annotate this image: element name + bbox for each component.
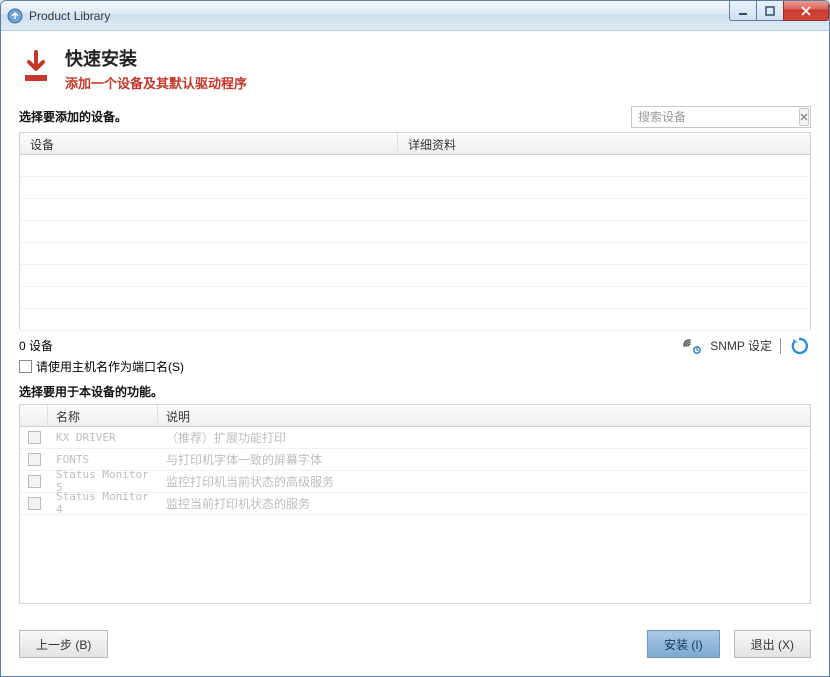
clear-search-icon[interactable] xyxy=(799,108,809,126)
snmp-icon xyxy=(682,338,702,354)
devices-table: 设备 详细资料 xyxy=(19,132,811,330)
app-icon xyxy=(7,8,23,24)
titlebar[interactable]: Product Library xyxy=(1,1,829,31)
feature-desc: （推荐）扩展功能打印 xyxy=(158,429,810,446)
footer: 上一步 (B) 安装 (I) 退出 (X) xyxy=(19,630,811,658)
divider xyxy=(780,338,781,354)
row-checkbox xyxy=(28,475,41,488)
table-row[interactable]: KX DRIVER （推荐）扩展功能打印 xyxy=(20,427,810,449)
refresh-button[interactable] xyxy=(789,335,811,357)
col-name[interactable]: 名称 xyxy=(48,405,158,426)
table-row[interactable] xyxy=(20,221,810,243)
hostname-checkbox-label: 请使用主机名作为端口名(S) xyxy=(36,358,184,375)
feature-name: FONTS xyxy=(48,453,158,466)
search-field[interactable] xyxy=(631,106,811,128)
col-check xyxy=(20,405,48,426)
table-row[interactable]: Status Monitor 4 监控当前打印机状态的服务 xyxy=(20,493,810,515)
exit-button[interactable]: 退出 (X) xyxy=(734,630,811,658)
col-device[interactable]: 设备 xyxy=(20,133,398,154)
table-row[interactable] xyxy=(20,243,810,265)
row-checkbox xyxy=(28,497,41,510)
window-controls xyxy=(730,1,829,21)
feature-name: KX DRIVER xyxy=(48,431,158,444)
table-fill xyxy=(20,515,810,603)
page-subtitle: 添加一个设备及其默认驱动程序 xyxy=(65,73,247,92)
page-title: 快速安装 xyxy=(65,49,247,71)
maximize-button[interactable] xyxy=(756,1,784,21)
table-row[interactable] xyxy=(20,287,810,309)
feature-desc: 监控打印机当前状态的高级服务 xyxy=(158,473,810,490)
row-checkbox xyxy=(28,431,41,444)
search-input[interactable] xyxy=(632,107,799,127)
feature-desc: 与打印机字体一致的屏幕字体 xyxy=(158,451,810,468)
feature-name: Status Monitor 4 xyxy=(48,490,158,516)
devices-label: 选择要添加的设备。 xyxy=(19,108,127,125)
row-checkbox xyxy=(28,453,41,466)
devices-tbody xyxy=(20,155,810,330)
hostname-checkbox[interactable] xyxy=(19,360,32,373)
close-button[interactable] xyxy=(783,1,829,21)
back-button[interactable]: 上一步 (B) xyxy=(19,630,108,658)
features-table: 名称 说明 KX DRIVER （推荐）扩展功能打印 FONTS 与打印机字体一… xyxy=(19,404,811,604)
app-window: Product Library 快速安装 添加一个设备及其默认驱动程序 选择要添… xyxy=(0,0,830,677)
table-row[interactable] xyxy=(20,265,810,287)
device-count: 0 设备 xyxy=(19,337,53,354)
features-label: 选择要用于本设备的功能。 xyxy=(19,383,811,400)
minimize-button[interactable] xyxy=(729,1,757,21)
content-area: 快速安装 添加一个设备及其默认驱动程序 选择要添加的设备。 设备 详细资料 xyxy=(1,31,829,676)
table-row[interactable] xyxy=(20,309,810,331)
features-tbody: KX DRIVER （推荐）扩展功能打印 FONTS 与打印机字体一致的屏幕字体… xyxy=(20,427,810,603)
install-button[interactable]: 安装 (I) xyxy=(647,630,720,658)
feature-desc: 监控当前打印机状态的服务 xyxy=(158,495,810,512)
download-icon xyxy=(19,49,53,83)
col-details[interactable]: 详细资料 xyxy=(398,133,810,154)
table-row[interactable] xyxy=(20,155,810,177)
table-row[interactable] xyxy=(20,177,810,199)
window-title: Product Library xyxy=(29,9,110,23)
page-header: 快速安装 添加一个设备及其默认驱动程序 xyxy=(19,49,811,92)
table-row[interactable] xyxy=(20,199,810,221)
snmp-settings-link[interactable]: SNMP 设定 xyxy=(710,337,772,354)
col-desc[interactable]: 说明 xyxy=(158,405,810,426)
